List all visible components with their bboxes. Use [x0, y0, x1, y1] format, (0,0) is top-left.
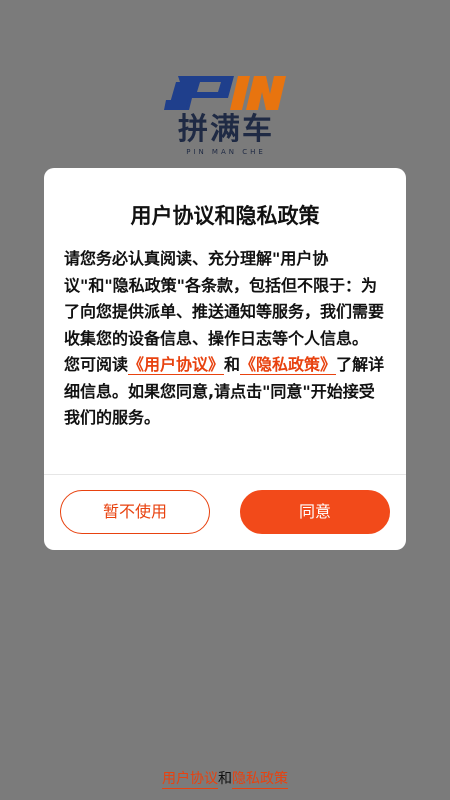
dialog-title: 用户协议和隐私政策 [130, 204, 320, 228]
dialog-body: 请您务必认真阅读、充分理解"用户协议"和"隐私政策"各条款，包括但不限于：为了向… [64, 246, 388, 432]
agree-button[interactable]: 同意 [240, 490, 390, 534]
logo-mark-icon [164, 76, 286, 110]
footer-privacy-policy-link[interactable]: 隐私政策 [232, 771, 288, 789]
dialog-paragraph-1: 请您务必认真阅读、充分理解"用户协议"和"隐私政策"各条款，包括但不限于：为了向… [64, 249, 385, 348]
footer-and-text: 和 [218, 771, 232, 787]
dialog-divider [44, 474, 406, 475]
footer-user-agreement-link[interactable]: 用户协议 [162, 771, 218, 789]
paragraph-2-and: 和 [224, 355, 241, 374]
privacy-dialog: 用户协议和隐私政策 请您务必认真阅读、充分理解"用户协议"和"隐私政策"各条款，… [44, 168, 406, 550]
privacy-policy-link[interactable]: 《隐私政策》 [240, 355, 337, 375]
dialog-paragraph-2: 您可阅读《用户协议》和《隐私政策》了解详细信息。如果您同意,请点击"同意"开始接… [64, 352, 388, 432]
decline-button[interactable]: 暂不使用 [60, 490, 210, 534]
logo-brand-subtitle: PIN MAN CHE [186, 148, 266, 156]
paragraph-2-prefix: 您可阅读 [64, 355, 129, 374]
app-logo: 拼满车 PIN MAN CHE [164, 74, 288, 164]
footer-links: 用户协议和隐私政策 [0, 770, 450, 789]
logo-brand-name: 拼满车 [178, 112, 274, 147]
user-agreement-link[interactable]: 《用户协议》 [128, 355, 225, 375]
